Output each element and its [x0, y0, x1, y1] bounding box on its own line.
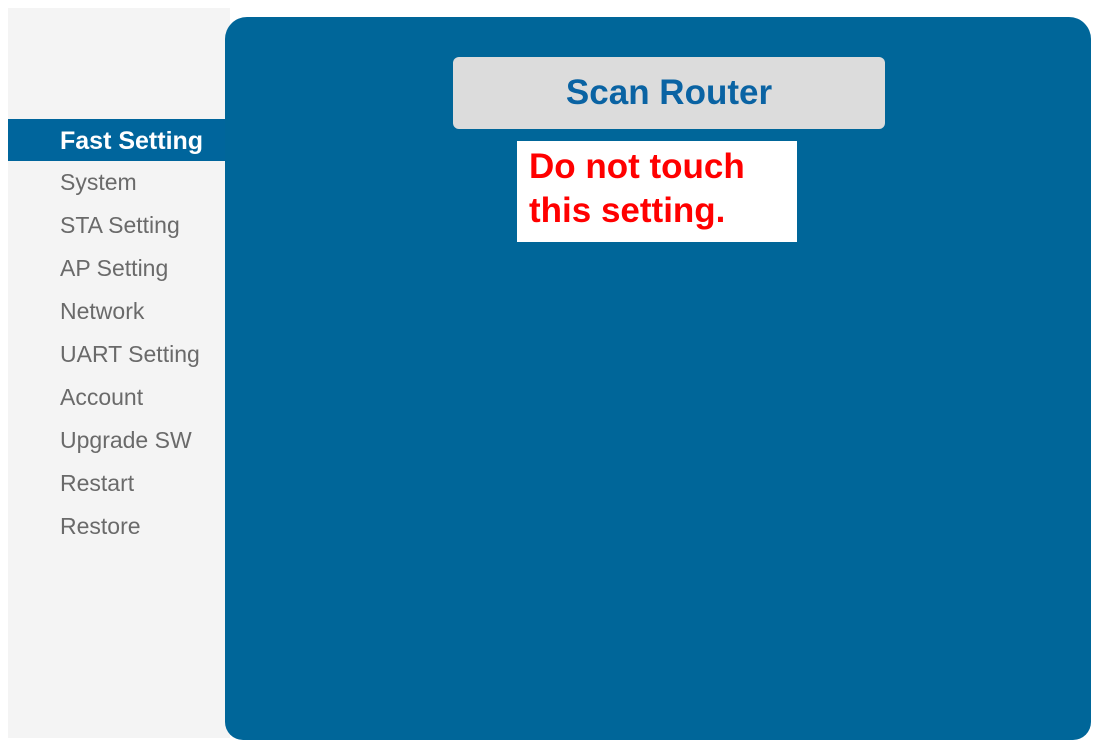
- warning-line-2: this setting.: [529, 191, 726, 230]
- sidebar-item-account[interactable]: Account: [8, 376, 230, 419]
- sidebar-item-restore[interactable]: Restore: [8, 505, 230, 548]
- scan-router-heading: Scan Router: [453, 57, 885, 129]
- sidebar-item-sta-setting[interactable]: STA Setting: [8, 204, 230, 247]
- settings-panel: Scan Router Do not touch this setting.: [225, 17, 1091, 740]
- sidebar: Fast Setting System STA Setting AP Setti…: [8, 8, 230, 738]
- warning-note: Do not touch this setting.: [517, 141, 797, 242]
- sidebar-item-fast-setting[interactable]: Fast Setting: [8, 119, 230, 161]
- sidebar-item-ap-setting[interactable]: AP Setting: [8, 247, 230, 290]
- sidebar-item-restart[interactable]: Restart: [8, 462, 230, 505]
- sidebar-menu: Fast Setting System STA Setting AP Setti…: [8, 119, 230, 548]
- sidebar-item-upgrade-sw[interactable]: Upgrade SW: [8, 419, 230, 462]
- sidebar-item-system[interactable]: System: [8, 161, 230, 204]
- warning-line-1: Do not touch: [529, 147, 745, 186]
- router-config-page: Fast Setting System STA Setting AP Setti…: [0, 0, 1101, 740]
- sidebar-item-uart-setting[interactable]: UART Setting: [8, 333, 230, 376]
- sidebar-item-network[interactable]: Network: [8, 290, 230, 333]
